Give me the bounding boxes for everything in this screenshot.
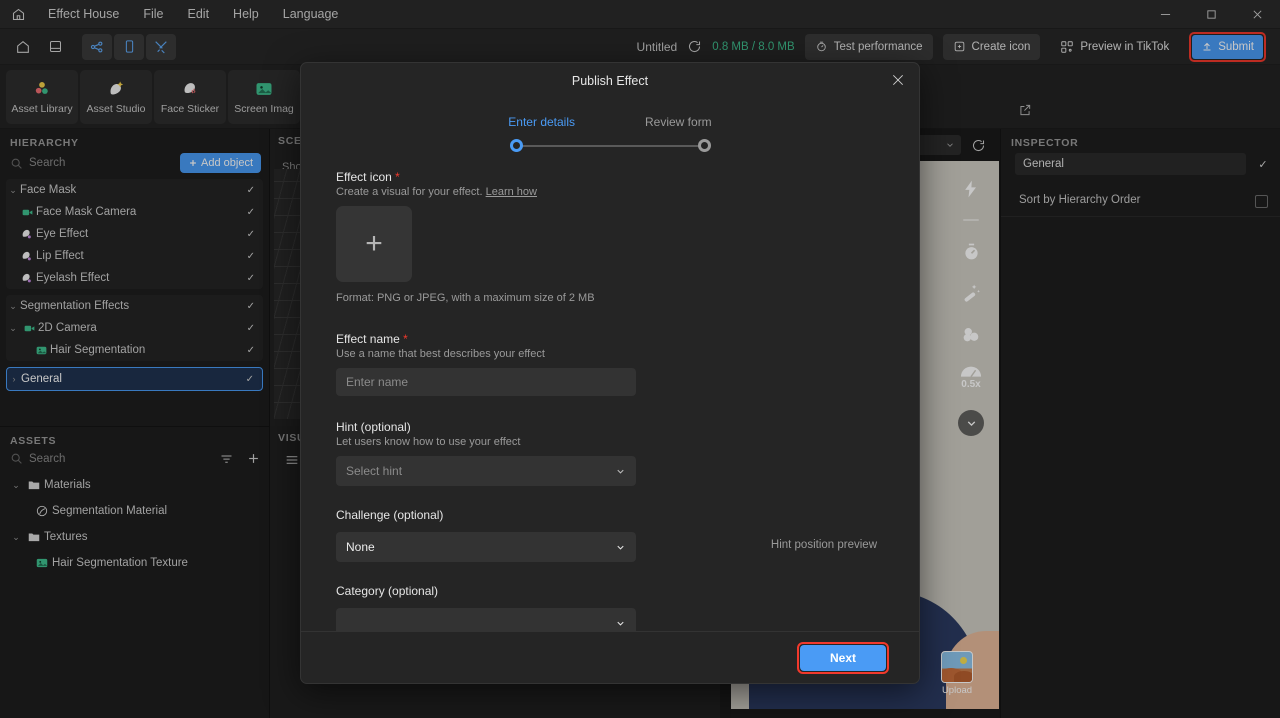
required-marker: * <box>403 332 408 346</box>
field-hint: Hint (optional) Let users know how to us… <box>336 420 889 486</box>
challenge-select-value: None <box>346 540 375 554</box>
hint-text: Create a visual for your effect. <box>336 186 483 198</box>
modal-footer: Next <box>301 631 919 683</box>
effect-name-label: Effect name * <box>336 332 889 346</box>
modal-header: Publish Effect <box>301 63 919 99</box>
step-label-review-form[interactable]: Review form <box>645 115 712 129</box>
effect-name-hint: Use a name that best describes your effe… <box>336 348 545 360</box>
step-label-enter-details[interactable]: Enter details <box>508 115 575 129</box>
label-text: Effect name <box>336 332 400 346</box>
chevron-down-icon <box>617 469 624 474</box>
effect-icon-label: Effect icon * <box>336 170 889 184</box>
hint-subtext: Let users know how to use your effect <box>336 436 521 448</box>
chevron-down-icon <box>617 621 624 626</box>
field-effect-icon: Effect icon * Create a visual for your e… <box>336 170 889 304</box>
field-challenge: Challenge (optional) None <box>336 508 889 562</box>
effect-name-input[interactable]: Enter name <box>336 368 636 396</box>
hint-position-preview-label: Hint position preview <box>770 539 877 551</box>
step-dot-review-form[interactable] <box>697 139 711 152</box>
plus-icon: + <box>365 227 383 260</box>
next-highlight: Next <box>797 641 889 674</box>
effect-house-window: Effect House File Edit Help Language Unt… <box>0 0 1280 718</box>
next-button[interactable]: Next <box>800 644 886 671</box>
effect-icon-upload-button[interactable]: + <box>336 206 412 282</box>
publish-effect-dialog: Publish Effect Enter details Review form… <box>300 62 920 684</box>
modal-title: Publish Effect <box>571 74 649 88</box>
hint-select-value: Select hint <box>346 464 403 478</box>
required-marker: * <box>395 170 400 184</box>
challenge-select[interactable]: None <box>336 532 636 562</box>
effect-icon-hint: Create a visual for your effect. Learn h… <box>336 186 889 198</box>
hint-select[interactable]: Select hint <box>336 456 636 486</box>
modal-body: Effect icon * Create a visual for your e… <box>301 154 919 631</box>
hint-label: Hint (optional) <box>336 420 411 434</box>
field-category: Category (optional) <box>336 584 889 631</box>
chevron-down-icon <box>617 545 624 550</box>
field-effect-name: Effect name * Use a name that best descr… <box>336 332 889 396</box>
category-select[interactable] <box>336 608 636 631</box>
step-dot-enter-details[interactable] <box>509 139 523 152</box>
learn-how-link[interactable]: Learn how <box>486 186 537 198</box>
effect-icon-format-note: Format: PNG or JPEG, with a maximum size… <box>336 292 595 304</box>
stepper-connector <box>517 145 703 147</box>
label-text: Effect icon <box>336 170 392 184</box>
challenge-label: Challenge (optional) <box>336 508 444 522</box>
category-label: Category (optional) <box>336 584 439 598</box>
publish-stepper: Enter details Review form <box>301 99 919 154</box>
close-icon[interactable] <box>891 73 905 87</box>
